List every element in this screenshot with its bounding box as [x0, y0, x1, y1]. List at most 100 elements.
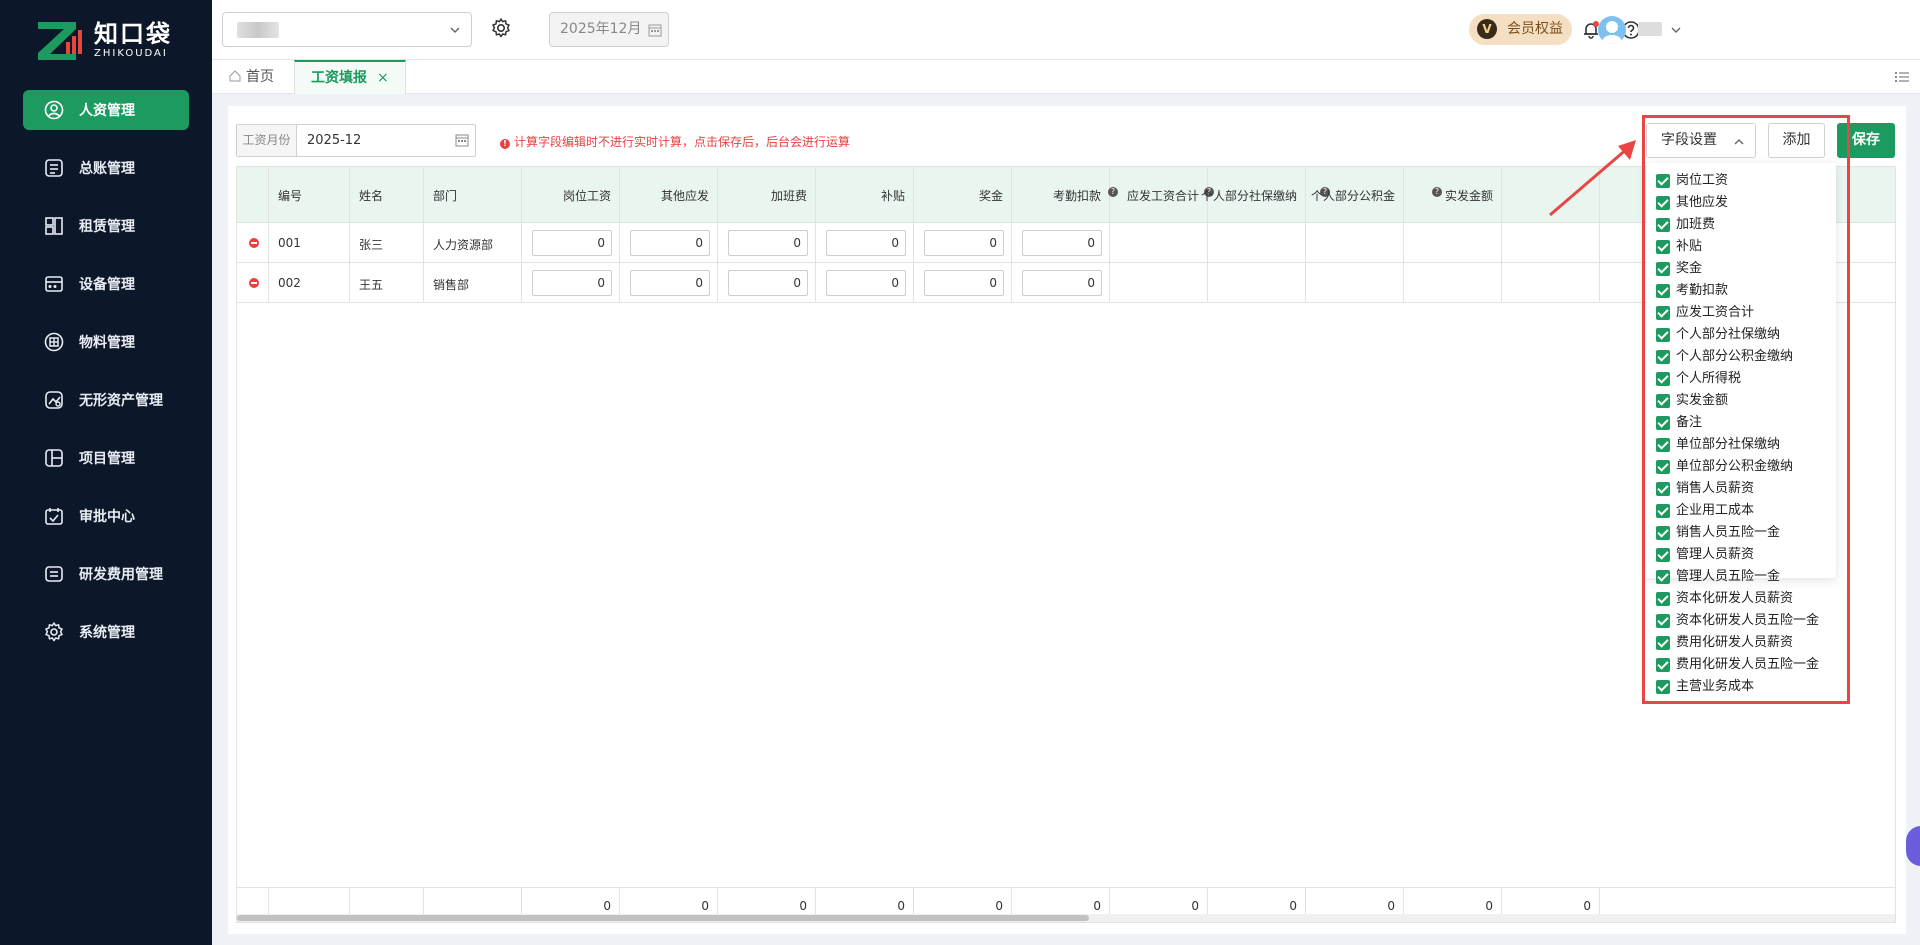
salary-month-input[interactable]: 2025-12: [297, 125, 475, 156]
settings-gear-icon[interactable]: [490, 17, 512, 39]
amount-input[interactable]: 0: [630, 270, 710, 296]
checkbox-checked-icon[interactable]: [1656, 680, 1670, 694]
field-option[interactable]: 管理人员五险一金: [1646, 566, 1836, 588]
checkbox-checked-icon[interactable]: [1656, 416, 1670, 430]
field-option[interactable]: 销售人员五险一金: [1646, 522, 1836, 544]
field-option[interactable]: 个人部分社保缴纳: [1646, 324, 1836, 346]
amount-input[interactable]: 0: [630, 230, 710, 256]
sidebar-item-device[interactable]: 设备管理: [23, 264, 189, 304]
checkbox-checked-icon[interactable]: [1656, 570, 1670, 584]
field-option[interactable]: 管理人员薪资: [1646, 544, 1836, 566]
amount-input[interactable]: 0: [1022, 230, 1102, 256]
table-cell: 0: [914, 263, 1012, 302]
field-option[interactable]: 资本化研发人员五险一金: [1646, 610, 1836, 632]
checkbox-checked-icon[interactable]: [1656, 328, 1670, 342]
checkbox-checked-icon[interactable]: [1656, 526, 1670, 540]
field-option[interactable]: 备注: [1646, 412, 1836, 434]
checkbox-checked-icon[interactable]: [1656, 350, 1670, 364]
sidebar-item-rd[interactable]: 研发费用管理: [23, 554, 189, 594]
add-button[interactable]: 添加: [1768, 123, 1825, 158]
amount-input[interactable]: 0: [1022, 270, 1102, 296]
remove-row-icon[interactable]: [249, 278, 259, 288]
field-option[interactable]: 费用化研发人员五险一金: [1646, 654, 1836, 676]
checkbox-checked-icon[interactable]: [1656, 482, 1670, 496]
checkbox-checked-icon[interactable]: [1656, 240, 1670, 254]
vip-benefits-button[interactable]: V 会员权益: [1469, 14, 1572, 45]
amount-input[interactable]: 0: [728, 270, 808, 296]
sidebar-item-lease[interactable]: 租赁管理: [23, 206, 189, 246]
sidebar-item-ledger[interactable]: 总账管理: [23, 148, 189, 188]
field-option[interactable]: 其他应发: [1646, 192, 1836, 214]
checkbox-checked-icon[interactable]: [1656, 218, 1670, 232]
sidebar-item-material[interactable]: 物料管理: [23, 322, 189, 362]
field-option[interactable]: 企业用工成本: [1646, 500, 1836, 522]
checkbox-checked-icon[interactable]: [1656, 504, 1670, 518]
horizontal-scrollbar[interactable]: [237, 914, 1895, 922]
tab-home[interactable]: 首页: [228, 60, 274, 94]
checkbox-checked-icon[interactable]: [1656, 460, 1670, 474]
column-total: 0: [897, 899, 905, 913]
field-option[interactable]: 实发金额: [1646, 390, 1836, 412]
tab-list-menu-icon[interactable]: [1894, 70, 1910, 84]
checkbox-checked-icon[interactable]: [1656, 306, 1670, 320]
company-select[interactable]: [222, 12, 472, 47]
tab-salary-entry[interactable]: 工资填报 ×: [294, 60, 406, 94]
amount-input[interactable]: 0: [728, 230, 808, 256]
checkbox-checked-icon[interactable]: [1656, 394, 1670, 408]
checkbox-checked-icon[interactable]: [1656, 636, 1670, 650]
checkbox-checked-icon[interactable]: [1656, 174, 1670, 188]
save-button[interactable]: 保存: [1837, 123, 1895, 158]
chat-widget-button[interactable]: [1906, 826, 1920, 866]
field-option[interactable]: 奖金: [1646, 258, 1836, 280]
field-option[interactable]: 岗位工资: [1646, 170, 1836, 192]
sidebar-item-intangible[interactable]: 无形资产管理: [23, 380, 189, 420]
tab-close-icon[interactable]: ×: [377, 70, 389, 86]
checkbox-checked-icon[interactable]: [1656, 592, 1670, 606]
checkbox-checked-icon[interactable]: [1656, 372, 1670, 386]
sidebar-item-system[interactable]: 系统管理: [23, 612, 189, 652]
field-option[interactable]: 补贴: [1646, 236, 1836, 258]
amount-input[interactable]: 0: [924, 230, 1004, 256]
checkbox-checked-icon[interactable]: [1656, 196, 1670, 210]
amount-input[interactable]: 0: [532, 270, 612, 296]
field-option[interactable]: 资本化研发人员薪资: [1646, 588, 1836, 610]
field-option[interactable]: 单位部分公积金缴纳: [1646, 456, 1836, 478]
checkbox-checked-icon[interactable]: [1656, 262, 1670, 276]
field-option[interactable]: 销售人员薪资: [1646, 478, 1836, 500]
table-cell: 0: [522, 263, 620, 302]
table-cell: 0: [816, 263, 914, 302]
field-option[interactable]: 加班费: [1646, 214, 1836, 236]
field-option[interactable]: 单位部分社保缴纳: [1646, 434, 1836, 456]
period-date-picker[interactable]: 2025年12月: [549, 12, 669, 47]
remove-row-icon[interactable]: [249, 238, 259, 248]
help-circle-icon[interactable]: ?: [1432, 187, 1442, 197]
checkbox-checked-icon[interactable]: [1656, 438, 1670, 452]
field-option[interactable]: 个人所得税: [1646, 368, 1836, 390]
username-redacted[interactable]: [1638, 22, 1662, 36]
sidebar-item-approval[interactable]: 审批中心: [23, 496, 189, 536]
amount-input[interactable]: 0: [532, 230, 612, 256]
amount-input[interactable]: 0: [826, 270, 906, 296]
field-settings-select[interactable]: 字段设置: [1646, 123, 1756, 158]
gear-icon: [43, 621, 65, 643]
field-option[interactable]: 考勤扣款: [1646, 280, 1836, 302]
amount-input[interactable]: 0: [924, 270, 1004, 296]
user-avatar[interactable]: [1598, 16, 1626, 44]
field-option[interactable]: 应发工资合计: [1646, 302, 1836, 324]
field-option[interactable]: 主营业务成本: [1646, 676, 1836, 698]
scrollbar-thumb[interactable]: [237, 915, 1089, 921]
field-option[interactable]: 费用化研发人员薪资: [1646, 632, 1836, 654]
amount-input[interactable]: 0: [826, 230, 906, 256]
checkbox-checked-icon[interactable]: [1656, 548, 1670, 562]
column-total: 0: [603, 899, 611, 913]
field-option[interactable]: 个人部分公积金缴纳: [1646, 346, 1836, 368]
checkbox-checked-icon[interactable]: [1656, 284, 1670, 298]
checkbox-checked-icon[interactable]: [1656, 658, 1670, 672]
checkbox-checked-icon[interactable]: [1656, 614, 1670, 628]
sidebar-item-project[interactable]: 项目管理: [23, 438, 189, 478]
salary-month-field[interactable]: 工资月份 2025-12: [236, 124, 476, 157]
help-circle-icon[interactable]: ?: [1108, 187, 1118, 197]
column-header: 编号: [278, 189, 303, 203]
sidebar-item-hr[interactable]: 人资管理: [23, 90, 189, 130]
user-menu-chevron-icon[interactable]: [1670, 24, 1682, 36]
